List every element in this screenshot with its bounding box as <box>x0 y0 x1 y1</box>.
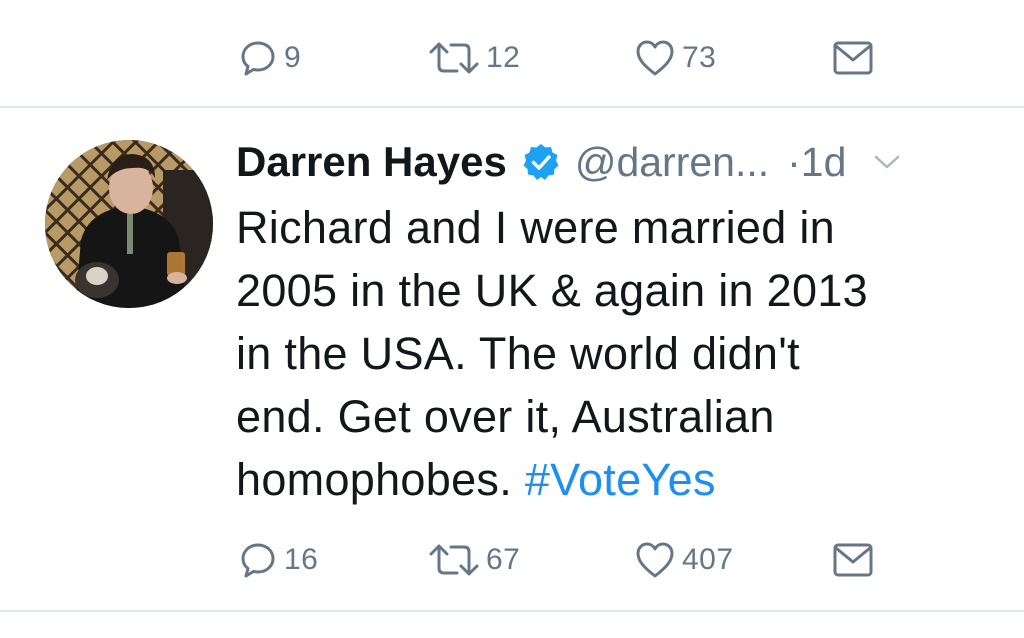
reply-count: 16 <box>284 543 319 576</box>
reply-count: 9 <box>284 41 302 74</box>
like-count: 73 <box>682 41 717 74</box>
reply-icon <box>241 543 275 578</box>
tweet-actions: 16 67 407 <box>0 530 1024 590</box>
reply-icon <box>241 41 275 76</box>
tweet-text-line: 2005 in the UK & again in 2013 <box>236 265 868 316</box>
timestamp[interactable]: 1d <box>801 139 847 186</box>
retweet-count: 12 <box>486 41 521 74</box>
more-options-button[interactable] <box>872 152 902 172</box>
verified-badge-icon <box>521 142 561 182</box>
direct-message-button[interactable] <box>832 530 874 590</box>
like-button[interactable]: 73 <box>634 28 716 88</box>
heart-icon <box>636 542 674 578</box>
retweet-icon <box>429 544 479 576</box>
hashtag-link[interactable]: #VoteYes <box>525 454 716 505</box>
direct-message-button[interactable] <box>832 28 874 88</box>
avatar[interactable] <box>45 140 213 308</box>
tweet-text-line: in the USA. The world didn't <box>236 328 800 379</box>
like-count: 407 <box>682 543 734 576</box>
retweet-button[interactable]: 12 <box>428 28 520 88</box>
chevron-down-icon <box>875 155 900 169</box>
avatar-photo <box>45 140 213 308</box>
envelope-icon <box>833 543 873 577</box>
tweet-text-line: end. Get over it, Australian <box>236 391 775 442</box>
tweet-text-line: Richard and I were married in <box>236 202 835 253</box>
tweet-text-line: homophobes. <box>236 454 525 505</box>
retweet-count: 67 <box>486 543 521 576</box>
tweet-text: Richard and I were married in 2005 in th… <box>236 196 1006 511</box>
tweet-divider <box>0 106 1024 108</box>
timestamp-separator: · <box>787 138 801 185</box>
reply-button[interactable]: 9 <box>238 28 301 88</box>
tweet-header: Darren Hayes @darren... · 1d <box>236 132 1006 192</box>
previous-tweet-actions: 9 12 73 <box>0 28 1024 88</box>
author-name[interactable]: Darren Hayes <box>236 138 507 186</box>
reply-button[interactable]: 16 <box>238 530 318 590</box>
envelope-icon <box>833 41 873 75</box>
author-handle[interactable]: @darren... <box>575 139 769 186</box>
retweet-button[interactable]: 67 <box>428 530 520 590</box>
tweet-text-last-line: homophobes. #VoteYes <box>236 448 1006 511</box>
retweet-icon <box>429 42 479 74</box>
tweet-divider <box>0 610 1024 612</box>
heart-icon <box>636 40 674 76</box>
like-button[interactable]: 407 <box>634 530 734 590</box>
